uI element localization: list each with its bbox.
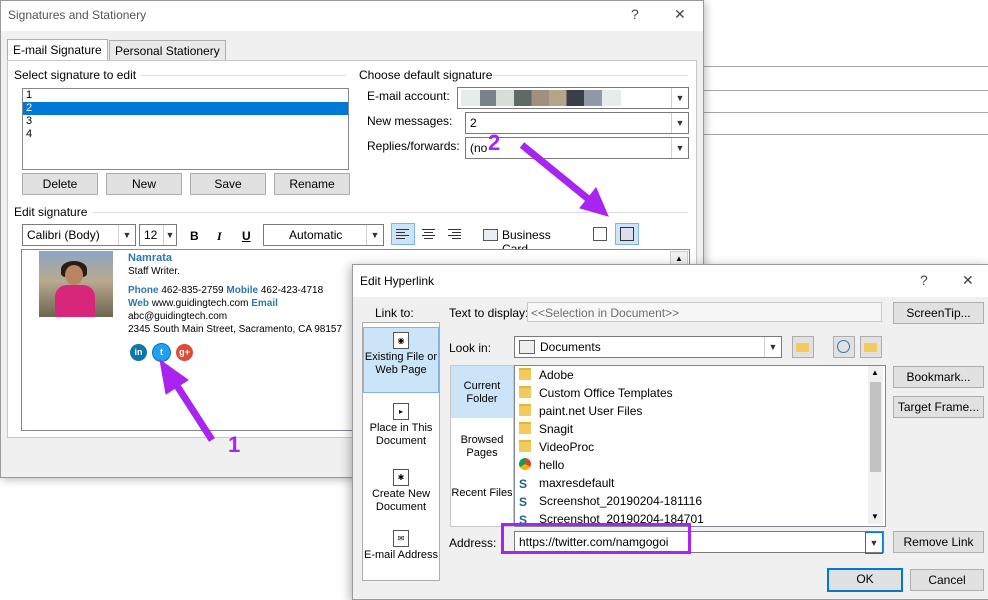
arrow-1-head <box>159 358 189 395</box>
annotation-arrows <box>159 142 609 442</box>
annotation-number-two: 2 <box>488 130 501 155</box>
arrow-1-shaft <box>169 376 215 442</box>
annotation-number-one: 1 <box>228 432 241 457</box>
arrow-2-shaft <box>519 142 595 205</box>
